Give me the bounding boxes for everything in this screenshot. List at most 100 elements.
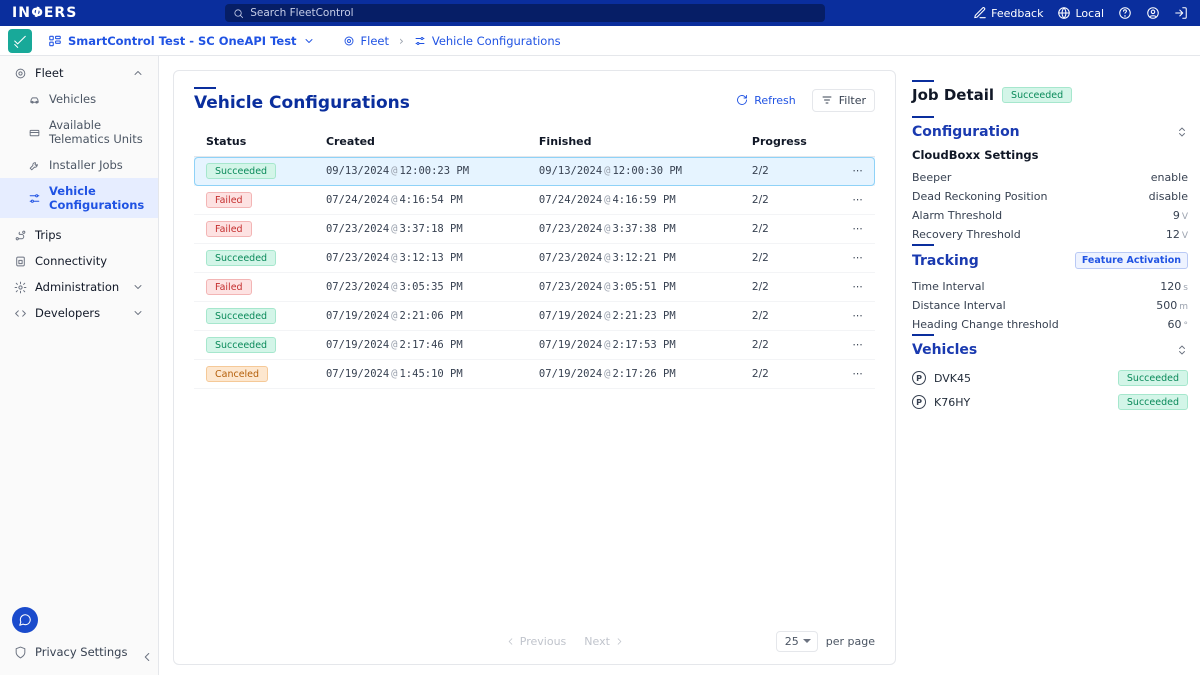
row-menu-button[interactable]: ⋯ (841, 302, 876, 331)
row-menu-button[interactable]: ⋯ (841, 157, 876, 186)
parking-icon: P (912, 395, 926, 409)
chat-fab[interactable] (12, 607, 38, 633)
detail-status-badge: Succeeded (1002, 87, 1072, 103)
sidebar-fleet[interactable]: Fleet (0, 60, 158, 86)
setting-row: Dead Reckoning Positiondisable (912, 187, 1188, 206)
col-finished[interactable]: Finished (527, 127, 740, 157)
table-row[interactable]: Succeeded09/13/2024@12:00:23 PM09/13/202… (194, 157, 875, 186)
detail-heading: Job Detail Succeeded (912, 86, 1188, 104)
user-icon (1146, 6, 1160, 20)
per-page-label: per page (826, 635, 875, 648)
sidebar-administration[interactable]: Administration (0, 274, 158, 300)
finished-cell: 07/23/2024@3:37:38 PM (527, 215, 740, 244)
filter-icon (821, 94, 833, 106)
table-row[interactable]: Succeeded07/19/2024@2:21:06 PM07/19/2024… (194, 302, 875, 331)
row-menu-button[interactable]: ⋯ (841, 331, 876, 360)
sidebar-item-label: Trips (35, 228, 62, 242)
section-vehicles[interactable]: Vehicles (912, 342, 1188, 358)
breadcrumb-current[interactable]: Vehicle Configurations (414, 34, 561, 48)
jobs-table: Status Created Finished Progress Succeed… (194, 127, 875, 389)
progress-cell: 2/2 (740, 331, 841, 360)
sidebar-vehicles[interactable]: Vehicles (0, 86, 158, 112)
setting-row: Time Interval120s (912, 277, 1188, 296)
refresh-button[interactable]: Refresh (728, 90, 804, 111)
table-row[interactable]: Failed07/23/2024@3:05:35 PM07/23/2024@3:… (194, 273, 875, 302)
page-size-select[interactable]: 25 (776, 631, 818, 652)
scope-selector[interactable]: SmartControl Test - SC OneAPI Test (40, 30, 323, 52)
status-badge: Failed (206, 192, 252, 208)
breadcrumb-fleet[interactable]: Fleet (343, 34, 389, 48)
sidebar-installer-jobs[interactable]: Installer Jobs (0, 152, 158, 178)
logo: INΦERS (12, 5, 77, 21)
filter-button[interactable]: Filter (812, 89, 875, 112)
logout-button[interactable] (1174, 6, 1188, 20)
wrench-icon (28, 159, 41, 172)
vehicle-row[interactable]: PK76HYSucceeded (912, 390, 1188, 414)
col-created[interactable]: Created (314, 127, 527, 157)
created-cell: 09/13/2024@12:00:23 PM (314, 157, 527, 186)
row-menu-button[interactable]: ⋯ (841, 273, 876, 302)
target-icon (343, 35, 355, 47)
help-icon (1118, 6, 1132, 20)
sidebar-item-label: Vehicles (49, 92, 96, 106)
collapse-icon (1176, 126, 1188, 138)
collapse-icon (1176, 344, 1188, 356)
help-button[interactable] (1118, 6, 1132, 20)
account-button[interactable] (1146, 6, 1160, 20)
progress-cell: 2/2 (740, 186, 841, 215)
progress-cell: 2/2 (740, 157, 841, 186)
sim-icon (14, 255, 27, 268)
feedback-label: Feedback (991, 7, 1043, 20)
table-row[interactable]: Failed07/23/2024@3:37:18 PM07/23/2024@3:… (194, 215, 875, 244)
section-configuration[interactable]: Configuration (912, 124, 1188, 140)
table-row[interactable]: Succeeded07/23/2024@3:12:13 PM07/23/2024… (194, 244, 875, 273)
vehicle-row[interactable]: PDVK45Succeeded (912, 366, 1188, 390)
sidebar-developers[interactable]: Developers (0, 300, 158, 326)
edit-icon (973, 6, 987, 20)
sliders-icon (414, 35, 426, 47)
col-progress[interactable]: Progress (740, 127, 841, 157)
prev-button[interactable]: Previous (505, 635, 567, 648)
chevron-right-icon (614, 636, 625, 647)
sidebar-item-label: Vehicle Configurations (49, 184, 144, 212)
locale-button[interactable]: Local (1057, 6, 1104, 20)
sidebar-collapse[interactable] (140, 650, 154, 667)
search-placeholder-text: Search FleetControl (250, 7, 353, 19)
progress-cell: 2/2 (740, 273, 841, 302)
table-row[interactable]: Canceled07/19/2024@1:45:10 PM07/19/2024@… (194, 360, 875, 389)
breadcrumb-bar: SmartControl Test - SC OneAPI Test Fleet… (0, 26, 1200, 56)
sidebar-vehicle-configurations[interactable]: Vehicle Configurations (0, 178, 158, 218)
sidebar-telematics-units[interactable]: Available Telematics Units (0, 112, 158, 152)
row-menu-button[interactable]: ⋯ (841, 215, 876, 244)
feedback-button[interactable]: Feedback (973, 6, 1043, 20)
status-badge: Failed (206, 221, 252, 237)
section-tracking: Tracking Feature Activation (912, 252, 1188, 269)
setting-row: Beeperenable (912, 168, 1188, 187)
finished-cell: 07/19/2024@2:17:53 PM (527, 331, 740, 360)
chevron-down-icon (303, 35, 315, 47)
global-search[interactable]: Search FleetControl (225, 4, 825, 22)
topbar: INΦERS Search FleetControl Feedback Loca… (0, 0, 1200, 26)
next-button[interactable]: Next (584, 635, 625, 648)
gear-icon (14, 281, 27, 294)
sidebar-connectivity[interactable]: Connectivity (0, 248, 158, 274)
main-card: Vehicle Configurations Refresh Filter (173, 70, 896, 665)
row-menu-button[interactable]: ⋯ (841, 244, 876, 273)
setting-row: Heading Change threshold60° (912, 315, 1188, 334)
created-cell: 07/19/2024@2:21:06 PM (314, 302, 527, 331)
sliders-icon (28, 192, 41, 205)
table-row[interactable]: Succeeded07/19/2024@2:17:46 PM07/19/2024… (194, 331, 875, 360)
status-badge: Failed (206, 279, 252, 295)
feature-activation-button[interactable]: Feature Activation (1075, 252, 1188, 269)
row-menu-button[interactable]: ⋯ (841, 186, 876, 215)
setting-row: Alarm Threshold9V (912, 206, 1188, 225)
sidebar-item-label: Privacy Settings (35, 645, 127, 659)
globe-icon (1057, 6, 1071, 20)
finished-cell: 07/23/2024@3:05:51 PM (527, 273, 740, 302)
sidebar-privacy[interactable]: Privacy Settings (0, 639, 158, 665)
status-badge: Canceled (206, 366, 268, 382)
sidebar-trips[interactable]: Trips (0, 222, 158, 248)
col-status[interactable]: Status (194, 127, 314, 157)
row-menu-button[interactable]: ⋯ (841, 360, 876, 389)
table-row[interactable]: Failed07/24/2024@4:16:54 PM07/24/2024@4:… (194, 186, 875, 215)
